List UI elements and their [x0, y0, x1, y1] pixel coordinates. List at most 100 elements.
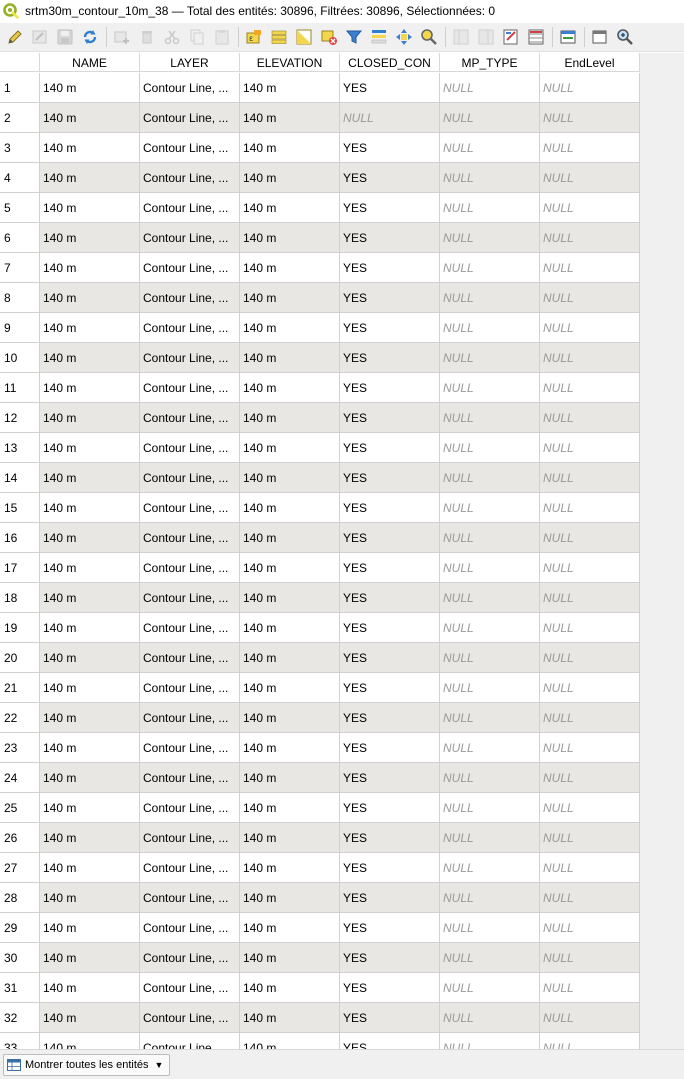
column-header-closed-con[interactable]: CLOSED_CON	[340, 53, 440, 72]
cell-name[interactable]: 140 m	[40, 523, 140, 553]
cell-endlevel[interactable]: NULL	[540, 373, 640, 403]
table-row[interactable]: 3 140 m Contour Line, ... 140 m YES NULL NULL	[0, 133, 640, 163]
cell-closed-con[interactable]: YES	[340, 733, 440, 763]
cell-mp-type[interactable]: NULL	[440, 943, 540, 973]
cell-elevation[interactable]: 140 m	[240, 943, 340, 973]
cell-endlevel[interactable]: NULL	[540, 73, 640, 103]
cell-mp-type[interactable]: NULL	[440, 343, 540, 373]
cell-mp-type[interactable]: NULL	[440, 1003, 540, 1033]
cell-name[interactable]: 140 m	[40, 733, 140, 763]
cell-mp-type[interactable]: NULL	[440, 73, 540, 103]
conditional-formatting-button[interactable]	[525, 26, 547, 48]
cell-endlevel[interactable]: NULL	[540, 103, 640, 133]
cell-elevation[interactable]: 140 m	[240, 793, 340, 823]
cell-endlevel[interactable]: NULL	[540, 703, 640, 733]
select-by-expression-button[interactable]: ε	[243, 26, 265, 48]
cell-closed-con[interactable]: YES	[340, 823, 440, 853]
table-row[interactable]: 18 140 m Contour Line, ... 140 m YES NULL NULL	[0, 583, 640, 613]
cell-layer[interactable]: Contour Line, ...	[140, 103, 240, 133]
cell-endlevel[interactable]: NULL	[540, 583, 640, 613]
row-number[interactable]: 1	[0, 73, 40, 103]
pan-to-selection-button[interactable]	[393, 26, 415, 48]
cell-elevation[interactable]: 140 m	[240, 853, 340, 883]
cell-closed-con[interactable]: YES	[340, 883, 440, 913]
cell-elevation[interactable]: 140 m	[240, 733, 340, 763]
cell-name[interactable]: 140 m	[40, 583, 140, 613]
row-number[interactable]: 20	[0, 643, 40, 673]
cell-layer[interactable]: Contour Line, ...	[140, 133, 240, 163]
cell-elevation[interactable]: 140 m	[240, 403, 340, 433]
cell-elevation[interactable]: 140 m	[240, 343, 340, 373]
cell-closed-con[interactable]: NULL	[340, 103, 440, 133]
cell-elevation[interactable]: 140 m	[240, 703, 340, 733]
cell-name[interactable]: 140 m	[40, 433, 140, 463]
cell-closed-con[interactable]: YES	[340, 943, 440, 973]
table-row[interactable]: 27 140 m Contour Line, ... 140 m YES NULL NULL	[0, 853, 640, 883]
cell-name[interactable]: 140 m	[40, 403, 140, 433]
table-row[interactable]: 21 140 m Contour Line, ... 140 m YES NULL NULL	[0, 673, 640, 703]
cell-layer[interactable]: Contour Line, ...	[140, 463, 240, 493]
cell-endlevel[interactable]: NULL	[540, 433, 640, 463]
cell-endlevel[interactable]: NULL	[540, 613, 640, 643]
row-number[interactable]: 2	[0, 103, 40, 133]
cell-mp-type[interactable]: NULL	[440, 373, 540, 403]
cell-elevation[interactable]: 140 m	[240, 283, 340, 313]
table-row[interactable]: 7 140 m Contour Line, ... 140 m YES NULL NULL	[0, 253, 640, 283]
cell-mp-type[interactable]: NULL	[440, 103, 540, 133]
select-all-button[interactable]	[268, 26, 290, 48]
row-number[interactable]: 22	[0, 703, 40, 733]
cell-closed-con[interactable]: YES	[340, 223, 440, 253]
zoom-to-selection-button[interactable]	[418, 26, 440, 48]
row-number[interactable]: 9	[0, 313, 40, 343]
cell-endlevel[interactable]: NULL	[540, 913, 640, 943]
cell-layer[interactable]: Contour Line, ...	[140, 583, 240, 613]
row-number[interactable]: 17	[0, 553, 40, 583]
cell-endlevel[interactable]: NULL	[540, 673, 640, 703]
cell-elevation[interactable]: 140 m	[240, 643, 340, 673]
cell-mp-type[interactable]: NULL	[440, 703, 540, 733]
cell-closed-con[interactable]: YES	[340, 1003, 440, 1033]
row-number[interactable]: 12	[0, 403, 40, 433]
move-selection-top-button[interactable]	[368, 26, 390, 48]
cell-layer[interactable]: Contour Line, ...	[140, 763, 240, 793]
row-number[interactable]: 18	[0, 583, 40, 613]
cell-name[interactable]: 140 m	[40, 283, 140, 313]
cell-closed-con[interactable]: YES	[340, 913, 440, 943]
cell-layer[interactable]: Contour Line, ...	[140, 73, 240, 103]
table-row[interactable]: 6 140 m Contour Line, ... 140 m YES NULL NULL	[0, 223, 640, 253]
cell-closed-con[interactable]: YES	[340, 403, 440, 433]
cell-mp-type[interactable]: NULL	[440, 853, 540, 883]
cell-elevation[interactable]: 140 m	[240, 133, 340, 163]
cell-elevation[interactable]: 140 m	[240, 613, 340, 643]
table-row[interactable]: 19 140 m Contour Line, ... 140 m YES NULL NULL	[0, 613, 640, 643]
cell-name[interactable]: 140 m	[40, 493, 140, 523]
row-number[interactable]: 3	[0, 133, 40, 163]
delete-feature-button[interactable]	[136, 26, 158, 48]
cell-endlevel[interactable]: NULL	[540, 973, 640, 1003]
cell-elevation[interactable]: 140 m	[240, 523, 340, 553]
table-row[interactable]: 5 140 m Contour Line, ... 140 m YES NULL NULL	[0, 193, 640, 223]
table-row[interactable]: 20 140 m Contour Line, ... 140 m YES NULL NULL	[0, 643, 640, 673]
cell-endlevel[interactable]: NULL	[540, 763, 640, 793]
cell-layer[interactable]: Contour Line, ...	[140, 313, 240, 343]
row-number[interactable]: 7	[0, 253, 40, 283]
row-number[interactable]: 24	[0, 763, 40, 793]
cell-endlevel[interactable]: NULL	[540, 163, 640, 193]
cell-layer[interactable]: Contour Line, ...	[140, 553, 240, 583]
table-row[interactable]: 1 140 m Contour Line, ... 140 m YES NULL NULL	[0, 73, 640, 103]
cell-elevation[interactable]: 140 m	[240, 763, 340, 793]
cell-layer[interactable]: Contour Line, ...	[140, 733, 240, 763]
cell-endlevel[interactable]: NULL	[540, 493, 640, 523]
save-edits-button[interactable]	[54, 26, 76, 48]
cell-endlevel[interactable]: NULL	[540, 943, 640, 973]
cell-endlevel[interactable]: NULL	[540, 463, 640, 493]
cell-name[interactable]: 140 m	[40, 913, 140, 943]
cell-mp-type[interactable]: NULL	[440, 673, 540, 703]
cell-elevation[interactable]: 140 m	[240, 463, 340, 493]
cell-layer[interactable]: Contour Line, ...	[140, 253, 240, 283]
cell-elevation[interactable]: 140 m	[240, 1033, 340, 1049]
cell-elevation[interactable]: 140 m	[240, 103, 340, 133]
cell-closed-con[interactable]: YES	[340, 613, 440, 643]
cell-name[interactable]: 140 m	[40, 853, 140, 883]
cell-name[interactable]: 140 m	[40, 103, 140, 133]
